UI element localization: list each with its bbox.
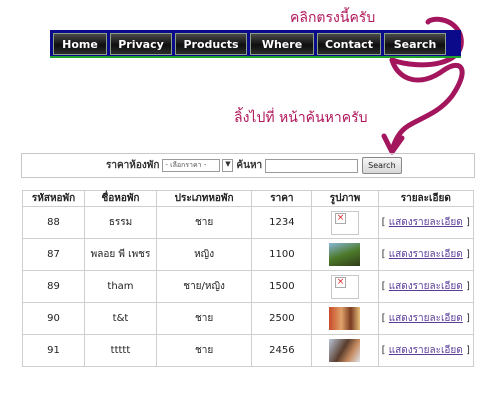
cell-type: หญิง <box>155 238 253 271</box>
cell-name: t&t <box>84 302 157 335</box>
dorm-photo <box>329 243 361 266</box>
search-button[interactable]: Search <box>362 157 402 174</box>
table-row: 89 tham ชาย/หญิง 1500 [ แสดงรายละเอียด ] <box>21 270 475 303</box>
cell-type: ชาย <box>155 206 253 239</box>
cell-type: ชาย <box>155 334 253 367</box>
nav-where[interactable]: Where <box>250 33 314 55</box>
cell-id: 87 <box>21 238 86 271</box>
nav-products[interactable]: Products <box>175 33 247 55</box>
header-price: ราคา <box>251 190 313 207</box>
cell-price: 2456 <box>251 334 313 367</box>
cell-name: ttttt <box>84 334 157 367</box>
table-row: 87 พลอย พี เพชร หญิง 1100 [ แสดงรายละเอี… <box>21 238 475 271</box>
header-id: รหัสหอพัก <box>21 190 86 207</box>
search-input[interactable] <box>265 158 359 173</box>
dorm-photo <box>329 307 361 330</box>
table-row: 88 ธรรม ชาย 1234 [ แสดงรายละเอียด ] <box>21 206 475 239</box>
dorm-photo <box>329 339 361 362</box>
main-navigation: Home Privacy Products Where Contact Sear… <box>50 30 461 58</box>
nav-contact[interactable]: Contact <box>317 33 381 55</box>
show-detail-link[interactable]: แสดงรายละเอียด <box>389 313 463 324</box>
broken-image-icon <box>330 210 359 235</box>
cell-price: 1234 <box>251 206 313 239</box>
search-bar: ราคาห้องพัก - เลือกราคา - ▼ ค้นหา Search <box>21 153 475 178</box>
table-row: 90 t&t ชาย 2500 [ แสดงรายละเอียด ] <box>21 302 475 335</box>
chevron-down-icon[interactable]: ▼ <box>222 159 234 172</box>
cell-id: 89 <box>21 270 86 303</box>
cell-id: 91 <box>21 334 86 367</box>
cell-type: ชาย/หญิง <box>155 270 253 303</box>
nav-accent-line <box>50 56 461 58</box>
table-row: 91 ttttt ชาย 2456 [ แสดงรายละเอียด ] <box>21 334 475 367</box>
show-detail-link[interactable]: แสดงรายละเอียด <box>389 345 463 356</box>
price-label: ราคาห้องพัก <box>106 160 160 171</box>
cell-price: 1100 <box>251 238 313 271</box>
broken-image-icon <box>330 274 359 299</box>
cell-name: ธรรม <box>84 206 157 239</box>
cell-id: 88 <box>21 206 86 239</box>
nav-privacy[interactable]: Privacy <box>110 33 172 55</box>
nav-home[interactable]: Home <box>53 33 107 55</box>
header-name: ชื่อหอพัก <box>84 190 157 207</box>
cell-name: พลอย พี เพชร <box>84 238 157 271</box>
header-type: ประเภทหอพัก <box>155 190 253 207</box>
show-detail-link[interactable]: แสดงรายละเอียด <box>389 281 463 292</box>
nav-search[interactable]: Search <box>384 33 446 55</box>
annotation-link-to: ลิ้งไปที่ หน้าค้นหาครับ <box>234 110 368 126</box>
cell-price: 1500 <box>251 270 313 303</box>
dormitory-table: รหัสหอพัก ชื่อหอพัก ประเภทหอพัก ราคา รูป… <box>21 190 475 367</box>
table-header-row: รหัสหอพัก ชื่อหอพัก ประเภทหอพัก ราคา รูป… <box>21 190 475 207</box>
search-label: ค้นหา <box>236 160 263 171</box>
cell-type: ชาย <box>155 302 253 335</box>
cell-id: 90 <box>21 302 86 335</box>
show-detail-link[interactable]: แสดงรายละเอียด <box>389 249 463 260</box>
cell-price: 2500 <box>251 302 313 335</box>
show-detail-link[interactable]: แสดงรายละเอียด <box>389 217 463 228</box>
header-detail: รายละเอียด <box>377 190 475 207</box>
price-select[interactable]: - เลือกราคา - <box>162 159 221 172</box>
header-image: รูปภาพ <box>311 190 379 207</box>
cell-name: tham <box>84 270 157 303</box>
